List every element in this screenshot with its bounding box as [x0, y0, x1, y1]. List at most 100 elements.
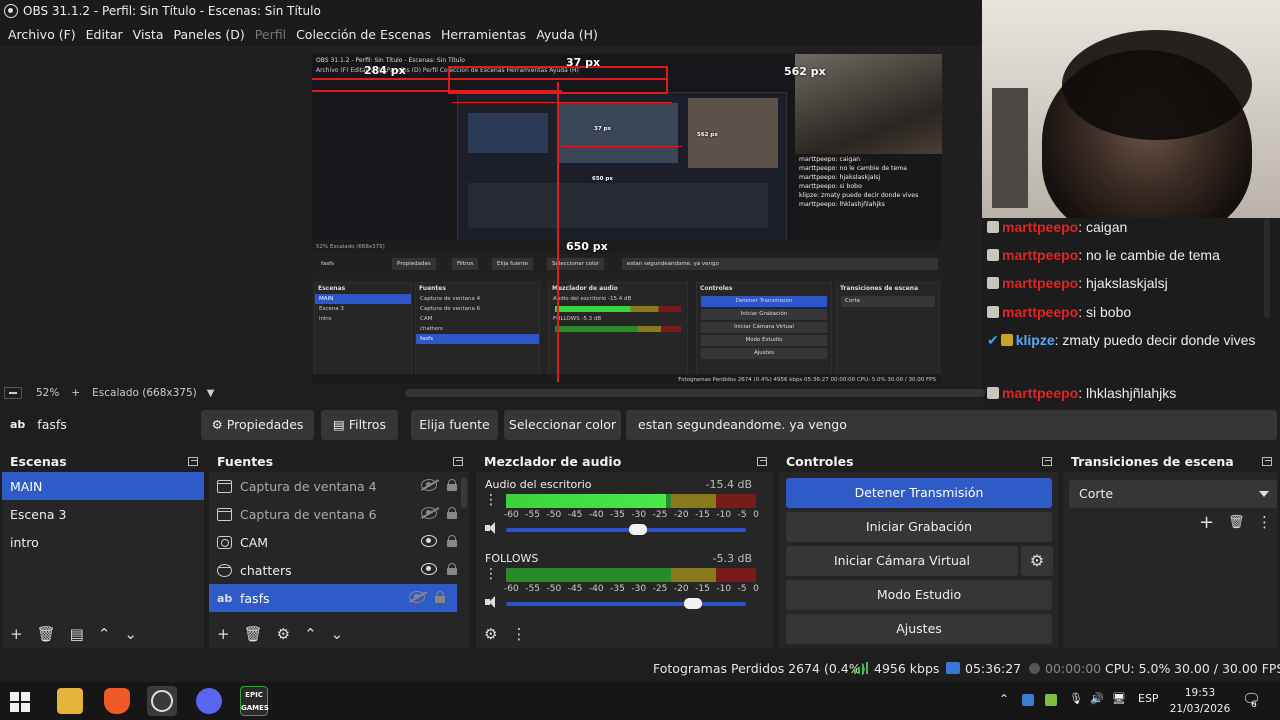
- source-item[interactable]: chatters: [209, 556, 469, 584]
- undock-icon[interactable]: [453, 456, 463, 466]
- scale-tick: -5: [737, 584, 747, 594]
- browser-icon: [217, 563, 232, 577]
- start-virtual-camera-button[interactable]: Iniciar Cámara Virtual: [786, 546, 1018, 576]
- source-item[interactable]: Captura de ventana 6: [209, 500, 469, 528]
- filters-button[interactable]: ▤ Filtros: [321, 410, 398, 440]
- file-explorer-icon[interactable]: [57, 688, 83, 714]
- properties-button[interactable]: ⚙ Propiedades: [201, 410, 314, 440]
- visibility-icon[interactable]: [421, 479, 437, 491]
- source-item[interactable]: ab fasfs: [209, 584, 457, 612]
- undock-icon[interactable]: [1042, 456, 1052, 466]
- scene-item[interactable]: Escena 3: [2, 500, 204, 528]
- virtual-camera-settings-icon[interactable]: ⚙: [1021, 546, 1053, 576]
- clock[interactable]: 19:53 21/03/2026: [1160, 685, 1240, 717]
- menu-tools[interactable]: Herramientas: [436, 27, 531, 42]
- undock-icon[interactable]: [1262, 456, 1272, 466]
- title-bar: OBS 31.1.2 - Perfil: Sin Título - Escena…: [0, 0, 982, 22]
- add-scene-icon[interactable]: +: [10, 625, 23, 643]
- source-properties-icon[interactable]: ⚙: [277, 625, 290, 643]
- move-down-icon[interactable]: ⌄: [124, 625, 137, 643]
- epic-games-icon[interactable]: EPIC GAMES: [240, 686, 269, 716]
- channel-name: Audio del escritorio: [485, 478, 592, 491]
- studio-mode-button[interactable]: Modo Estudio: [786, 580, 1052, 610]
- remove-source-icon[interactable]: 🗑: [244, 625, 263, 643]
- scale-tick: -20: [673, 510, 689, 520]
- language-indicator[interactable]: ESP: [1138, 692, 1159, 705]
- scale-tick: -50: [546, 510, 562, 520]
- scene-filters-icon[interactable]: ▤: [70, 625, 84, 643]
- menu-docks[interactable]: Paneles (D): [169, 27, 250, 42]
- speaker-icon[interactable]: [485, 596, 499, 608]
- brave-browser-icon[interactable]: [104, 688, 130, 714]
- transition-select[interactable]: Corte: [1069, 480, 1277, 508]
- move-up-icon[interactable]: ⌃: [304, 625, 317, 643]
- tray-expand-icon[interactable]: ⌃: [999, 692, 1009, 706]
- network-icon[interactable]: 🖥: [1112, 692, 1126, 705]
- scene-item[interactable]: intro: [2, 528, 204, 556]
- scale-dropdown-icon[interactable]: ▼: [207, 388, 215, 399]
- volume-knob[interactable]: [629, 524, 647, 535]
- sources-scrollbar[interactable]: [461, 478, 467, 508]
- obs-taskbar-icon[interactable]: [147, 686, 177, 716]
- menu-file[interactable]: Archivo (F): [3, 27, 81, 42]
- source-item[interactable]: Captura de ventana 4: [209, 472, 469, 500]
- move-down-icon[interactable]: ⌄: [331, 625, 344, 643]
- visibility-icon[interactable]: [421, 563, 437, 575]
- stop-streaming-button[interactable]: Detener Transmisión: [786, 478, 1052, 508]
- visibility-icon[interactable]: [421, 535, 437, 547]
- volume-slider[interactable]: [506, 598, 746, 609]
- discord-icon[interactable]: [196, 688, 222, 714]
- preview-canvas[interactable]: OBS 31.1.2 - Perfil: Sin Título - Escena…: [0, 46, 982, 386]
- stream-time: 05:36:27: [965, 661, 1022, 676]
- remove-scene-icon[interactable]: 🗑: [37, 625, 56, 643]
- volume-icon[interactable]: 🔊: [1090, 692, 1104, 705]
- volume-knob[interactable]: [684, 598, 703, 609]
- add-source-icon[interactable]: +: [217, 625, 230, 643]
- zoom-in-icon[interactable]: +: [71, 387, 80, 399]
- chat-scrollbar[interactable]: [1264, 218, 1270, 318]
- lock-icon[interactable]: [435, 591, 445, 603]
- tray-app-icon-2[interactable]: [1045, 694, 1057, 706]
- microphone-icon[interactable]: 🎙: [1069, 692, 1083, 705]
- settings-button[interactable]: Ajustes: [786, 614, 1052, 644]
- undock-icon[interactable]: [188, 456, 198, 466]
- menu-help[interactable]: Ayuda (H): [531, 27, 603, 42]
- lock-icon[interactable]: [447, 507, 457, 519]
- volume-slider[interactable]: [506, 524, 746, 535]
- text-input[interactable]: estan segundeandome. ya vengo: [626, 410, 1277, 440]
- zoom-out-button[interactable]: [4, 387, 22, 399]
- select-color-button[interactable]: Seleccionar color: [504, 410, 621, 440]
- add-transition-icon[interactable]: +: [1199, 512, 1214, 533]
- guide-label-bottom: 650 px: [566, 240, 608, 253]
- visibility-icon[interactable]: [421, 507, 437, 519]
- scene-item[interactable]: MAIN: [2, 472, 204, 500]
- menu-edit[interactable]: Editar: [81, 27, 128, 42]
- start-recording-button[interactable]: Iniciar Grabación: [786, 512, 1052, 542]
- preview-scrollbar[interactable]: [405, 389, 985, 397]
- speaker-icon[interactable]: [485, 522, 499, 534]
- lock-icon[interactable]: [447, 563, 457, 575]
- tray-app-icon[interactable]: [1022, 694, 1034, 706]
- mixer-settings-icon[interactable]: ⚙: [484, 625, 497, 643]
- text-source-icon: ab: [10, 418, 26, 431]
- menu-view[interactable]: Vista: [128, 27, 169, 42]
- menu-scene-collection[interactable]: Colección de Escenas: [291, 27, 436, 42]
- lock-icon[interactable]: [447, 479, 457, 491]
- choose-font-button[interactable]: Elija fuente: [411, 410, 498, 440]
- transition-menu-icon[interactable]: ⋮: [1257, 513, 1272, 531]
- remove-transition-icon[interactable]: 🗑: [1228, 515, 1245, 530]
- visibility-icon[interactable]: [409, 591, 425, 603]
- move-up-icon[interactable]: ⌃: [98, 625, 111, 643]
- undock-icon[interactable]: [757, 456, 767, 466]
- nested-title: OBS 31.1.2 - Perfil: Sin Título - Escena…: [316, 57, 465, 64]
- channel-menu-icon[interactable]: [484, 492, 498, 510]
- menu-profile[interactable]: Perfil: [250, 27, 291, 42]
- source-item[interactable]: CAM: [209, 528, 469, 556]
- stream-icon: [946, 662, 960, 674]
- verified-icon: ✔: [987, 332, 999, 348]
- lock-icon[interactable]: [447, 535, 457, 547]
- scale-tick: -60: [504, 584, 519, 594]
- mixer-menu-icon[interactable]: ⋮: [511, 625, 526, 643]
- channel-menu-icon[interactable]: [484, 566, 498, 584]
- windows-start-icon[interactable]: [10, 692, 30, 712]
